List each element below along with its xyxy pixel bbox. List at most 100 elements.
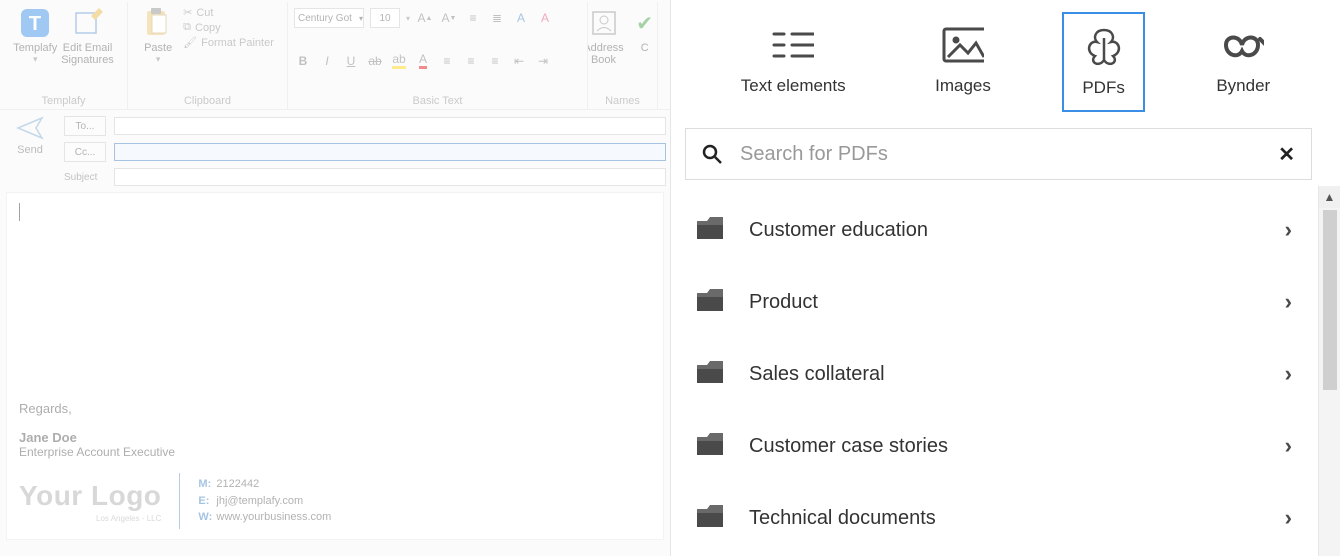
sig-logo-text: Your Logo bbox=[19, 480, 161, 512]
scrollbar[interactable]: ▲ bbox=[1318, 186, 1340, 556]
highlight-button[interactable]: ab bbox=[390, 52, 408, 70]
paste-label: Paste bbox=[144, 42, 172, 54]
tab-label: Text elements bbox=[741, 76, 846, 96]
ribbon-group-basictext: Century Got▾ 10 ▾ A▲ A▼ ≡ ≣ A A B I U ab… bbox=[288, 2, 588, 109]
to-button[interactable]: To... bbox=[64, 116, 106, 136]
bullets-icon[interactable]: ≡ bbox=[464, 9, 482, 27]
styles-icon[interactable]: A bbox=[512, 9, 530, 27]
folder-label: Customer education bbox=[749, 219, 1285, 242]
paste-icon bbox=[141, 6, 175, 40]
cut-button[interactable]: ✂ Cut bbox=[183, 6, 274, 19]
underline-button[interactable]: U bbox=[342, 52, 360, 70]
sig-e-label: E: bbox=[198, 493, 216, 510]
message-body[interactable]: Regards, Jane Doe Enterprise Account Exe… bbox=[6, 192, 664, 540]
compose-header: Send To... Cc... Subject bbox=[0, 110, 670, 186]
scissors-icon: ✂ bbox=[183, 6, 192, 19]
font-family-select[interactable]: Century Got▾ bbox=[294, 8, 364, 28]
font-size-value: 10 bbox=[379, 13, 390, 24]
send-button[interactable]: Send bbox=[6, 116, 54, 186]
check-names-icon: ✔ bbox=[628, 6, 658, 40]
chevron-right-icon: › bbox=[1285, 289, 1292, 315]
folder-icon bbox=[695, 431, 725, 461]
address-book-label: Address Book bbox=[588, 42, 624, 66]
copy-button[interactable]: ⧉Copy bbox=[183, 21, 274, 34]
font-color-button[interactable]: A bbox=[414, 52, 432, 70]
sig-w-val: www.yourbusiness.com bbox=[216, 511, 331, 523]
sig-logo-sub: Los Angeles - LLC bbox=[19, 514, 161, 523]
close-icon[interactable]: ✕ bbox=[1278, 142, 1295, 167]
tab-label: PDFs bbox=[1082, 78, 1125, 98]
sig-m-label: M: bbox=[198, 476, 216, 493]
folder-item-technical-documents[interactable]: Technical documents › bbox=[695, 482, 1318, 554]
folder-icon bbox=[695, 287, 725, 317]
folder-item-product[interactable]: Product › bbox=[695, 266, 1318, 338]
address-book-icon bbox=[588, 6, 621, 40]
tab-bynder[interactable]: Bynder bbox=[1198, 12, 1288, 112]
align-right-icon[interactable]: ≡ bbox=[486, 52, 504, 70]
group-label-templafy: Templafy bbox=[41, 95, 85, 107]
chevron-right-icon: › bbox=[1285, 433, 1292, 459]
indent-less-icon[interactable]: ⇤ bbox=[510, 52, 528, 70]
subject-input[interactable] bbox=[114, 168, 666, 186]
sig-name: Jane Doe bbox=[19, 430, 651, 445]
search-bar: ✕ bbox=[685, 128, 1312, 180]
bold-button[interactable]: B bbox=[294, 52, 312, 70]
sig-closing: Regards, bbox=[19, 401, 651, 416]
format-painter-button[interactable]: 🖌Format Painter bbox=[183, 36, 274, 49]
templafy-button[interactable]: T Templafy ▾ bbox=[13, 6, 57, 65]
send-icon bbox=[16, 116, 44, 140]
sig-w-label: W: bbox=[198, 509, 216, 526]
svg-text:T: T bbox=[29, 13, 41, 35]
align-center-icon[interactable]: ≡ bbox=[462, 52, 480, 70]
templafy-icon: T bbox=[18, 6, 52, 40]
check-names-label: C bbox=[641, 42, 649, 54]
edit-signatures-button[interactable]: Edit Email Signatures bbox=[61, 6, 114, 66]
numbering-icon[interactable]: ≣ bbox=[488, 9, 506, 27]
paste-button[interactable]: Paste ▾ bbox=[141, 6, 175, 65]
ribbon-group-templafy: T Templafy ▾ Edit Email Signatures Templ… bbox=[0, 2, 128, 109]
to-input[interactable] bbox=[114, 117, 666, 135]
folder-item-customer-case-stories[interactable]: Customer case stories › bbox=[695, 410, 1318, 482]
sig-e-val: jhj@templafy.com bbox=[216, 495, 303, 507]
edit-signatures-label: Edit Email Signatures bbox=[61, 42, 114, 66]
italic-button[interactable]: I bbox=[318, 52, 336, 70]
folder-item-sales-collateral[interactable]: Sales collateral › bbox=[695, 338, 1318, 410]
tab-images[interactable]: Images bbox=[917, 12, 1009, 112]
clear-format-icon[interactable]: A bbox=[536, 9, 554, 27]
tab-pdfs[interactable]: PDFs bbox=[1062, 12, 1145, 112]
sig-divider bbox=[179, 473, 180, 529]
templafy-label: Templafy bbox=[13, 42, 57, 54]
sig-contacts: M:2122442 E:jhj@templafy.com W:www.yourb… bbox=[198, 476, 331, 526]
cc-input[interactable] bbox=[114, 143, 666, 161]
chevron-right-icon: › bbox=[1285, 217, 1292, 243]
strike-button[interactable]: ab bbox=[366, 52, 384, 70]
indent-more-icon[interactable]: ⇥ bbox=[534, 52, 552, 70]
scroll-thumb[interactable] bbox=[1323, 210, 1337, 390]
ribbon-group-clipboard: Paste ▾ ✂ Cut ⧉Copy 🖌Format Painter Clipb… bbox=[128, 2, 288, 109]
edit-signatures-icon bbox=[71, 6, 105, 40]
font-size-select[interactable]: 10 bbox=[370, 8, 400, 28]
search-icon bbox=[702, 144, 722, 164]
folder-label: Product bbox=[749, 291, 1285, 314]
group-label-names: Names bbox=[605, 95, 640, 107]
folder-label: Technical documents bbox=[749, 507, 1285, 530]
subject-label: Subject bbox=[64, 172, 106, 183]
search-input[interactable] bbox=[740, 143, 1260, 166]
align-left-icon[interactable]: ≡ bbox=[438, 52, 456, 70]
group-label-basictext: Basic Text bbox=[413, 95, 463, 107]
group-label-clipboard: Clipboard bbox=[184, 95, 231, 107]
decrease-font-icon[interactable]: A▼ bbox=[440, 9, 458, 27]
ribbon-group-names: Address Book ✔ C Names bbox=[588, 2, 658, 109]
scroll-up-icon[interactable]: ▲ bbox=[1319, 186, 1340, 208]
tab-text-elements[interactable]: Text elements bbox=[723, 12, 864, 112]
cut-label: Cut bbox=[196, 7, 213, 19]
pdfs-icon bbox=[1083, 26, 1125, 68]
copy-label: Copy bbox=[195, 22, 221, 34]
send-label: Send bbox=[17, 144, 43, 156]
address-book-button[interactable]: Address Book bbox=[588, 6, 624, 66]
increase-font-icon[interactable]: A▲ bbox=[416, 9, 434, 27]
cc-button[interactable]: Cc... bbox=[64, 142, 106, 162]
check-names-button[interactable]: ✔ C bbox=[628, 6, 658, 54]
folder-item-customer-education[interactable]: Customer education › bbox=[695, 194, 1318, 266]
sig-title: Enterprise Account Executive bbox=[19, 445, 651, 459]
